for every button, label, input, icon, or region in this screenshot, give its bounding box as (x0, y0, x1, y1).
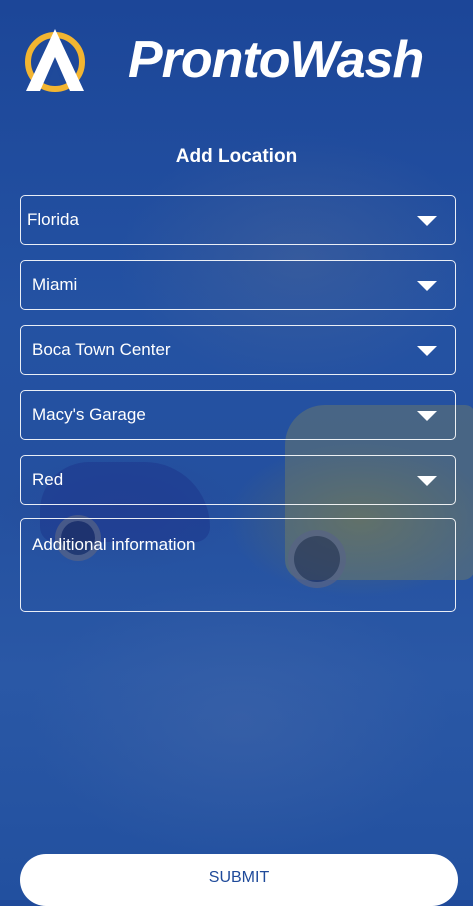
garage-dropdown[interactable]: Macy's Garage (20, 390, 456, 440)
state-dropdown[interactable]: Florida (20, 195, 456, 245)
pronto-a-logo-icon (25, 29, 85, 92)
state-dropdown-value: Florida (27, 210, 79, 229)
color-dropdown[interactable]: Red (20, 455, 456, 505)
additional-info-textarea[interactable]: Additional information (20, 518, 456, 612)
chevron-down-icon (417, 346, 437, 356)
city-dropdown[interactable]: Miami (20, 260, 456, 310)
brand-name: ProntoWash (128, 31, 424, 89)
garage-dropdown-value: Macy's Garage (32, 405, 146, 424)
additional-info-placeholder: Additional information (32, 535, 196, 554)
chevron-down-icon (417, 281, 437, 291)
chevron-down-icon (417, 216, 437, 226)
submit-button[interactable]: SUBMIT (20, 854, 458, 906)
page-title: Add Location (175, 146, 298, 167)
color-dropdown-value: Red (32, 470, 64, 489)
location-dropdown-value: Boca Town Center (32, 340, 171, 359)
chevron-down-icon (417, 411, 437, 421)
location-dropdown[interactable]: Boca Town Center (20, 325, 456, 375)
chevron-down-icon (417, 476, 437, 486)
city-dropdown-value: Miami (32, 275, 78, 294)
